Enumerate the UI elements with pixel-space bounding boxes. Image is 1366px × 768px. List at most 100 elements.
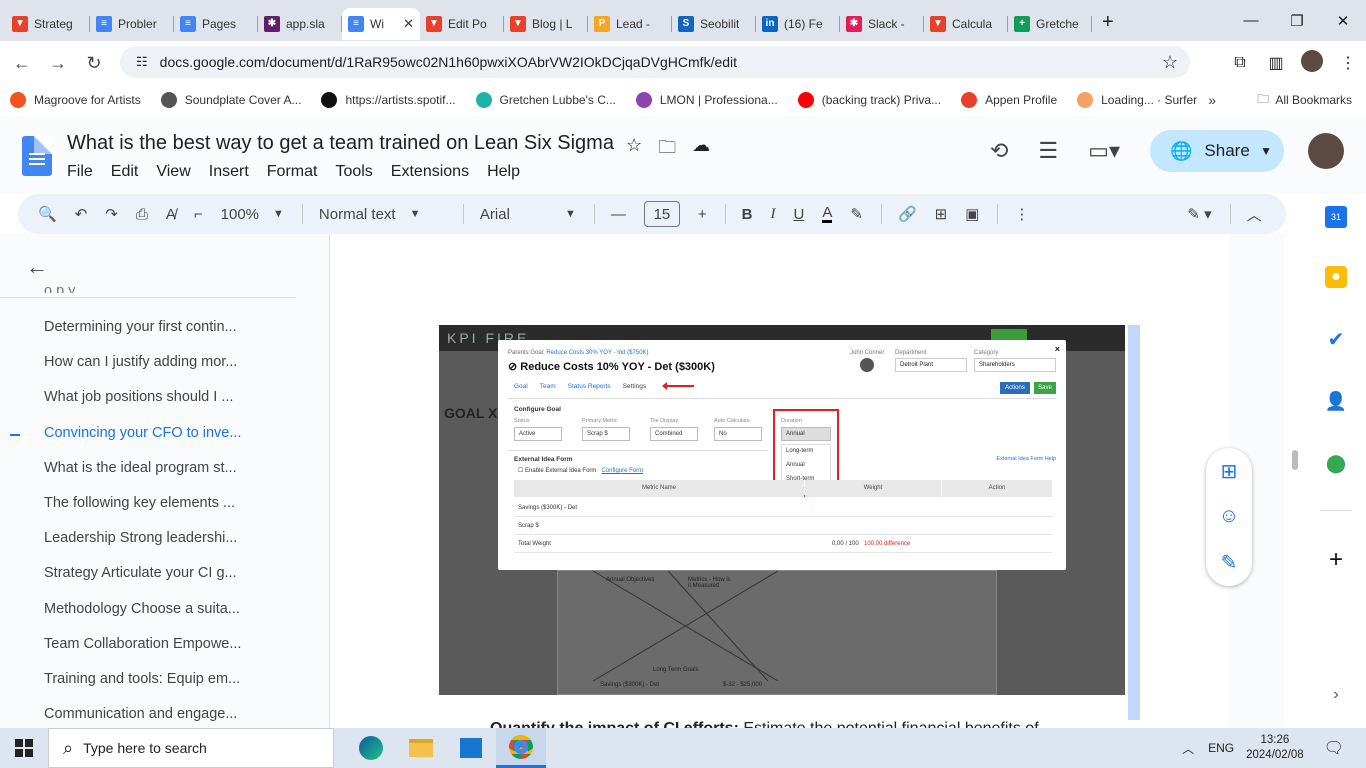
redo-icon[interactable]: ↷ <box>105 205 118 223</box>
browser-tab[interactable]: ▼ Strateg <box>6 8 90 40</box>
more-icon[interactable]: ⋮ <box>1014 205 1029 223</box>
scrollbar[interactable] <box>1292 450 1298 470</box>
insert-image-icon[interactable]: ▣ <box>965 205 979 223</box>
browser-tab[interactable]: ≡ Wi ✕ <box>342 7 420 40</box>
file-explorer-icon[interactable] <box>396 728 446 768</box>
add-comment-icon[interactable]: ⊞ <box>935 205 948 223</box>
search-menus-icon[interactable]: 🔍 <box>38 205 57 223</box>
more-bookmarks-icon[interactable]: » <box>1208 92 1216 108</box>
share-button[interactable]: 🌐 Share ▼ <box>1150 130 1284 172</box>
extensions-icon[interactable]: ⧉ <box>1222 54 1258 72</box>
suggest-edit-icon[interactable]: ✎ <box>1221 550 1238 575</box>
modal-tab-team[interactable]: Team <box>540 383 556 390</box>
tray-chevron-icon[interactable]: ︿ <box>1182 740 1194 757</box>
menu-extensions[interactable]: Extensions <box>391 163 469 181</box>
browser-tab[interactable]: in (16) Fe <box>756 8 840 40</box>
menu-view[interactable]: View <box>156 163 190 181</box>
add-comment-icon[interactable]: ⊞ <box>1221 459 1238 484</box>
comments-icon[interactable]: ☰ <box>1038 138 1058 164</box>
forward-icon[interactable]: → <box>40 53 76 74</box>
new-tab-icon[interactable]: + <box>1102 11 1114 34</box>
print-icon[interactable]: ⎙ <box>136 206 148 223</box>
modal-tab-status-reports[interactable]: Status Reports <box>568 383 611 390</box>
docs-logo-icon[interactable] <box>22 136 52 176</box>
embedded-image[interactable]: KPI FIRE GOAL X Annual Objectives Metric… <box>439 325 1125 695</box>
outline-item[interactable]: Training and tools: Equip em... <box>44 671 259 687</box>
editing-mode-icon[interactable]: ✎ ▾ <box>1187 205 1211 223</box>
cloud-status-icon[interactable]: ☁ <box>692 135 710 165</box>
outline-item[interactable]: Methodology Choose a suita... <box>44 601 259 617</box>
browser-tab[interactable]: ✱ app.sla <box>258 8 342 40</box>
zoom-select[interactable]: 100% ▼ <box>221 206 284 223</box>
keep-icon[interactable]: ● <box>1325 266 1347 288</box>
site-info-icon[interactable]: ☷ <box>136 54 148 70</box>
bookmark-item[interactable]: Soundplate Cover A... <box>160 92 301 108</box>
profile-avatar[interactable] <box>1294 49 1330 77</box>
menu-format[interactable]: Format <box>267 163 318 181</box>
calendar-icon[interactable]: 31 <box>1325 206 1347 228</box>
browser-tab[interactable]: ≡ Pages <box>174 8 258 40</box>
style-select[interactable]: Normal text ▼ <box>319 206 445 223</box>
reload-icon[interactable]: ↻ <box>76 53 112 74</box>
bookmark-star-icon[interactable]: ☆ <box>1162 52 1178 73</box>
chrome-icon[interactable] <box>496 728 546 768</box>
expand-panel-icon[interactable]: › <box>1325 684 1347 706</box>
taskbar-search[interactable]: ⌕ Type here to search <box>48 728 334 768</box>
all-bookmarks-button[interactable]: 🗀 All Bookmarks <box>1257 90 1352 111</box>
increase-font-icon[interactable]: + <box>698 206 707 223</box>
field-select[interactable]: Scrap $ <box>582 427 630 441</box>
menu-file[interactable]: File <box>67 163 93 181</box>
link-icon[interactable]: 🔗 <box>898 205 917 223</box>
actions-button[interactable]: Actions <box>1000 382 1030 394</box>
notification-icon[interactable]: 🗨 <box>1324 738 1344 758</box>
back-icon[interactable]: ← <box>4 53 40 74</box>
outline-item[interactable]: Leadership Strong leadershi... <box>44 530 259 546</box>
outline-item[interactable]: Strategy Articulate your CI g... <box>44 565 259 581</box>
browser-tab[interactable]: + Gretche <box>1008 8 1092 40</box>
bold-icon[interactable]: B <box>742 206 753 223</box>
field-select[interactable]: Combined <box>650 427 698 441</box>
close-tab-icon[interactable]: ✕ <box>403 16 414 32</box>
spellcheck-icon[interactable]: A̸ <box>166 206 176 223</box>
add-addon-icon[interactable]: + <box>1325 546 1347 573</box>
browser-tab[interactable]: P Lead - <box>588 8 672 40</box>
browser-tab[interactable]: ≡ Probler <box>90 8 174 40</box>
avatar[interactable] <box>1308 133 1344 169</box>
tasks-icon[interactable]: ✔ <box>1325 328 1347 351</box>
field-select[interactable]: No <box>714 427 762 441</box>
document-title[interactable]: What is the best way to get a team train… <box>67 132 614 155</box>
save-button[interactable]: Save <box>1034 382 1056 394</box>
close-icon[interactable]: × <box>1055 344 1060 354</box>
language-indicator[interactable]: ENG <box>1208 741 1234 755</box>
outline-item[interactable]: How can I justify adding mor... <box>44 354 259 370</box>
category-select[interactable]: Shareholders <box>974 358 1056 372</box>
bookmark-item[interactable]: Gretchen Lubbe's C... <box>475 92 616 108</box>
minimize-icon[interactable]: — <box>1228 0 1274 41</box>
windows-start-icon[interactable] <box>0 739 48 757</box>
outline-item[interactable]: What is the ideal program st... <box>44 460 259 476</box>
menu-tools[interactable]: Tools <box>335 163 372 181</box>
side-panel-icon[interactable]: ▥ <box>1258 53 1294 73</box>
bookmark-item[interactable]: Loading... · Surfer <box>1077 92 1197 108</box>
menu-insert[interactable]: Insert <box>209 163 249 181</box>
underline-icon[interactable]: U <box>794 206 805 223</box>
meet-icon[interactable]: ▭▾ <box>1088 138 1120 164</box>
outline-item[interactable]: The following key elements ... <box>44 495 259 511</box>
text-color-icon[interactable]: A <box>822 205 833 223</box>
modal-tab-goal[interactable]: Goal <box>514 383 528 390</box>
modal-tab-settings[interactable]: Settings <box>623 383 647 390</box>
browser-tab[interactable]: ▼ Calcula <box>924 8 1008 40</box>
browser-tab[interactable]: ▼ Edit Po <box>420 8 504 40</box>
font-size-input[interactable]: 15 <box>643 201 680 227</box>
back-arrow-icon[interactable]: ← <box>26 254 48 280</box>
version-history-icon[interactable]: ⟲ <box>990 138 1008 164</box>
store-icon[interactable] <box>446 728 496 768</box>
field-select[interactable]: Active <box>514 427 562 441</box>
move-folder-icon[interactable]: 🗀 <box>658 135 676 165</box>
maps-icon[interactable]: ⬤ <box>1325 452 1347 474</box>
outline-item[interactable]: Communication and engage... <box>44 706 259 722</box>
italic-icon[interactable]: I <box>771 206 776 223</box>
chevron-down-icon[interactable]: ▼ <box>1260 144 1272 158</box>
outline-item[interactable]: Team Collaboration Empowe... <box>44 636 259 652</box>
emoji-icon[interactable]: ☺ <box>1219 505 1239 528</box>
